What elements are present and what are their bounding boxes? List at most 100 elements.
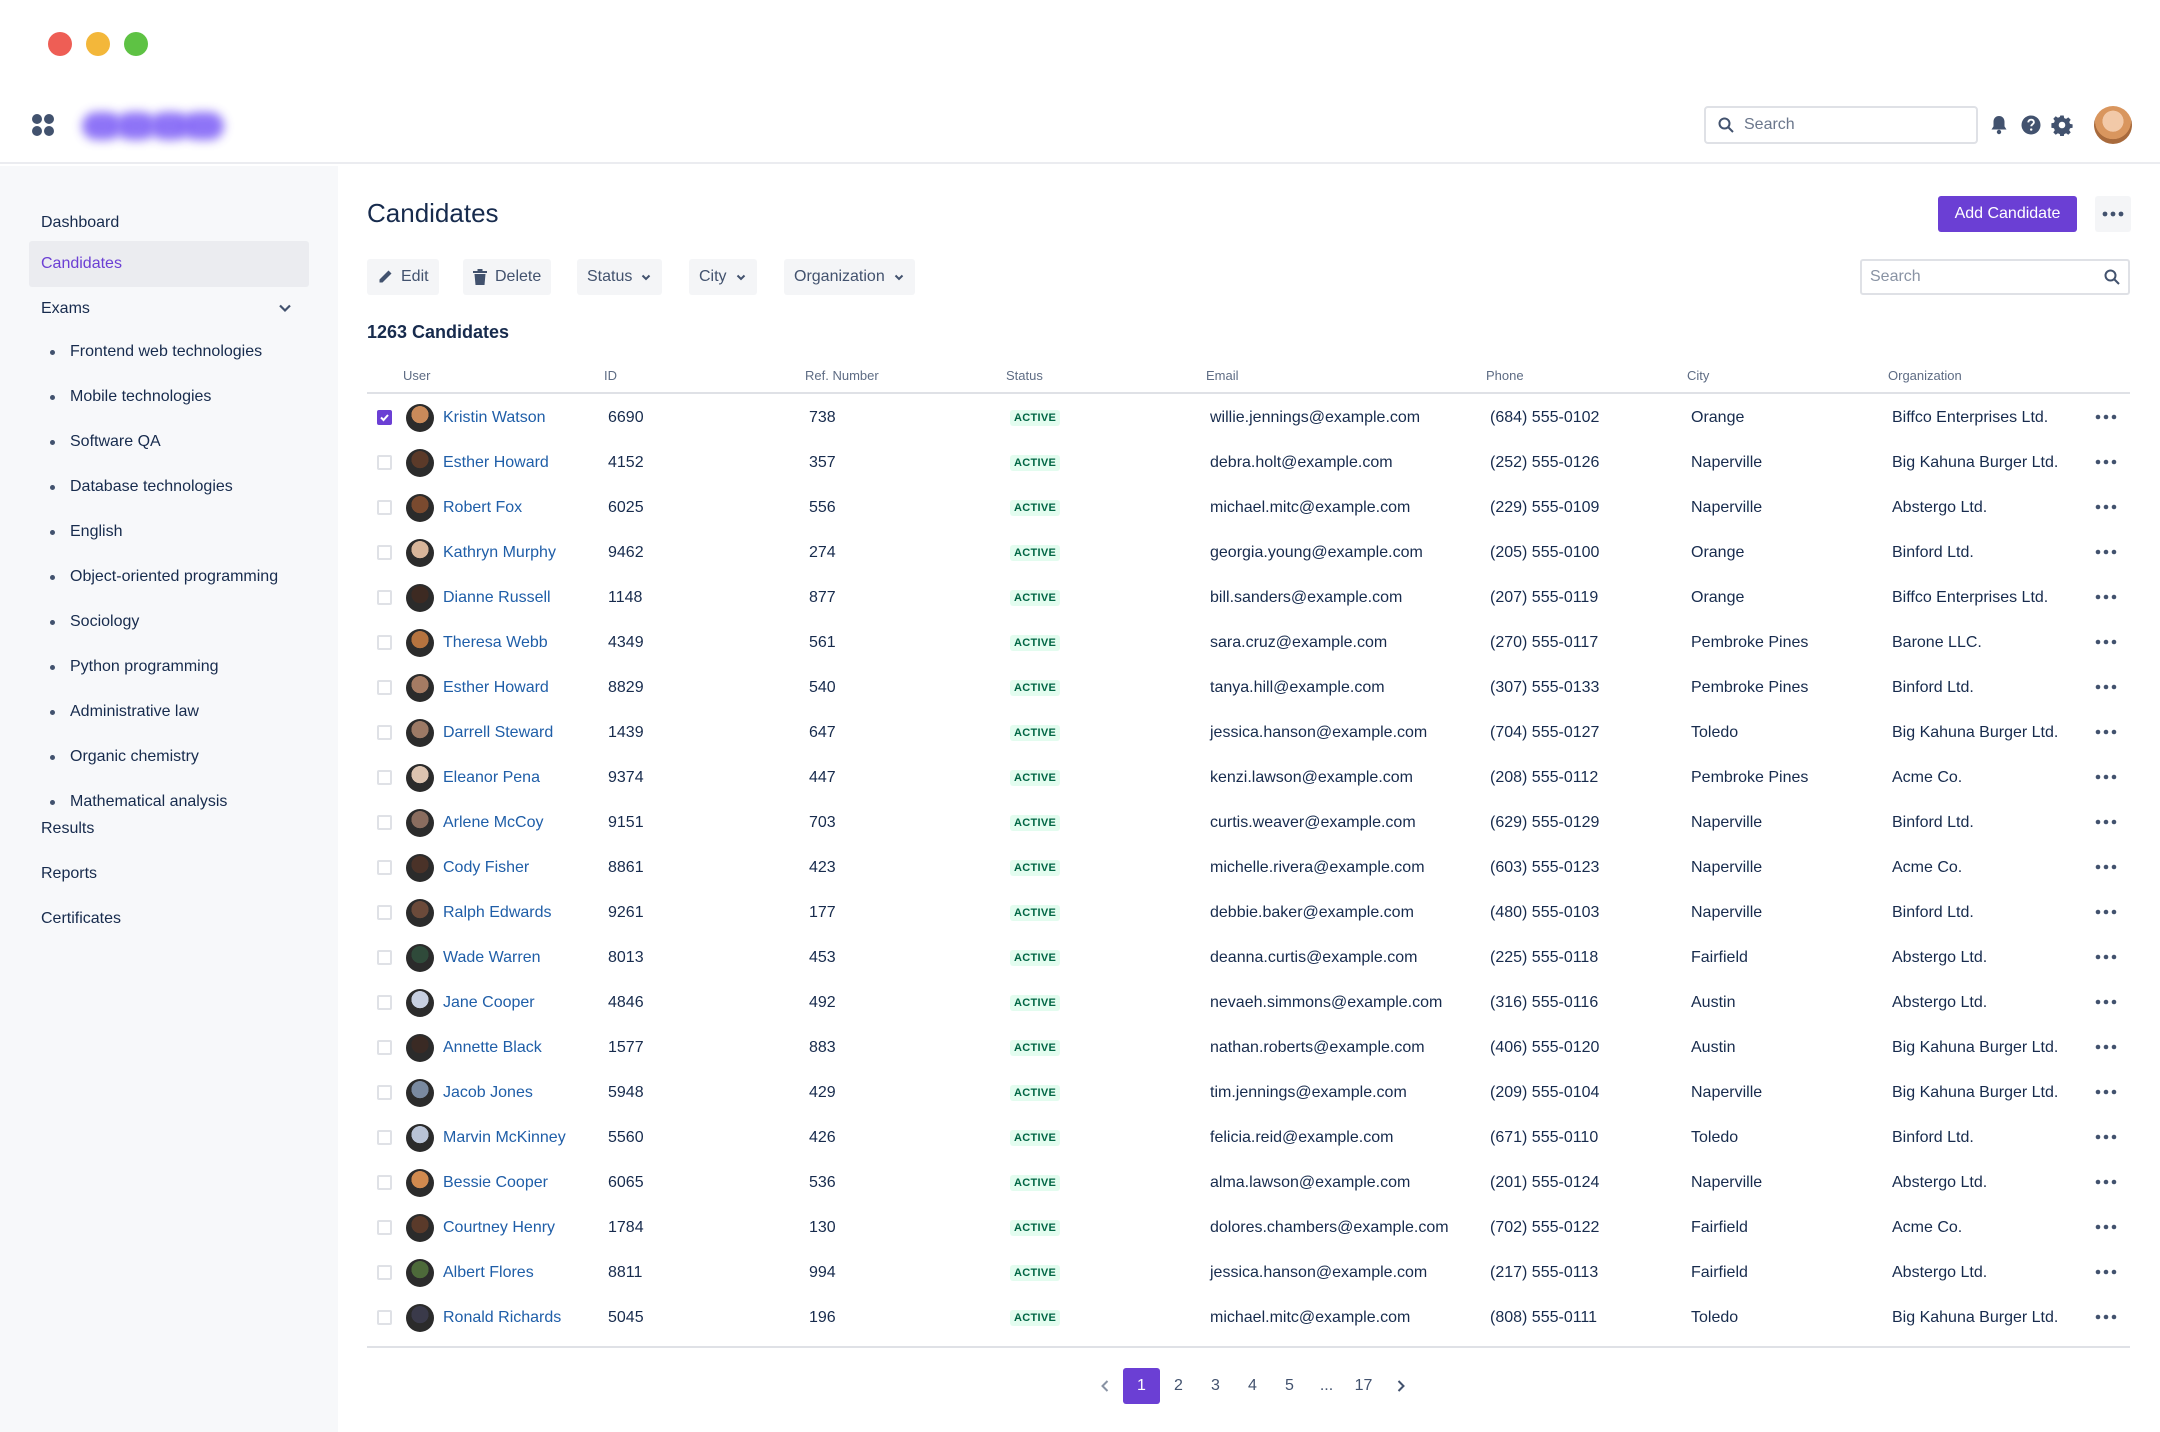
table-row[interactable]: Cody Fisher 8861 423 ACTIVE michelle.rivera@…: [367, 845, 2130, 890]
candidate-name-link[interactable]: Annette Black: [443, 1025, 542, 1070]
row-actions-button[interactable]: [2095, 724, 2119, 740]
candidate-name-link[interactable]: Kristin Watson: [443, 395, 546, 440]
candidate-name-link[interactable]: Marvin McKinney: [443, 1115, 566, 1160]
table-search-input[interactable]: Search: [1860, 259, 2130, 295]
table-row[interactable]: Annette Black 1577 883 ACTIVE nathan.roberts…: [367, 1025, 2130, 1070]
row-actions-button[interactable]: [2095, 1309, 2119, 1325]
candidate-name-link[interactable]: Jacob Jones: [443, 1070, 533, 1115]
global-search-input[interactable]: Search: [1704, 106, 1978, 144]
candidate-name-link[interactable]: Arlene McCoy: [443, 800, 543, 845]
table-row[interactable]: Ralph Edwards 9261 177 ACTIVE debbie.baker@e…: [367, 890, 2130, 935]
table-row[interactable]: Robert Fox 6025 556 ACTIVE michael.mitc@exam…: [367, 485, 2130, 530]
row-checkbox[interactable]: [377, 635, 392, 650]
city-filter-dropdown[interactable]: City: [689, 259, 757, 295]
sidebar-item-results[interactable]: Results: [29, 806, 309, 852]
chevron-down-icon[interactable]: [277, 300, 293, 316]
row-actions-button[interactable]: [2095, 769, 2119, 785]
column-header-ref-number[interactable]: Ref. Number: [805, 368, 879, 383]
candidate-name-link[interactable]: Dianne Russell: [443, 575, 551, 620]
table-row[interactable]: Kristin Watson 6690 738 ACTIVE willie.jennin…: [367, 395, 2130, 440]
sidebar-item-dashboard[interactable]: Dashboard: [29, 200, 309, 246]
candidate-name-link[interactable]: Esther Howard: [443, 665, 549, 710]
delete-button[interactable]: Delete: [463, 259, 552, 295]
sidebar-subitem-exam[interactable]: Database technologies: [50, 467, 233, 507]
candidate-name-link[interactable]: Theresa Webb: [443, 620, 548, 665]
row-checkbox[interactable]: [377, 725, 392, 740]
row-checkbox[interactable]: [377, 410, 392, 425]
sidebar-subitem-exam[interactable]: Sociology: [50, 602, 139, 642]
column-header-status[interactable]: Status: [1006, 368, 1043, 383]
table-row[interactable]: Jacob Jones 5948 429 ACTIVE tim.jennings@exa…: [367, 1070, 2130, 1115]
status-filter-dropdown[interactable]: Status: [577, 259, 663, 295]
candidate-name-link[interactable]: Wade Warren: [443, 935, 541, 980]
add-candidate-button[interactable]: Add Candidate: [1938, 196, 2077, 232]
gear-icon[interactable]: [2051, 114, 2073, 136]
table-row[interactable]: Eleanor Pena 9374 447 ACTIVE kenzi.lawson@ex…: [367, 755, 2130, 800]
page-button[interactable]: 5: [1271, 1368, 1308, 1404]
row-checkbox[interactable]: [377, 1040, 392, 1055]
table-row[interactable]: Jane Cooper 4846 492 ACTIVE nevaeh.simmons@e…: [367, 980, 2130, 1025]
next-page-button[interactable]: [1382, 1368, 1419, 1404]
candidate-name-link[interactable]: Albert Flores: [443, 1250, 534, 1295]
row-checkbox[interactable]: [377, 1310, 392, 1325]
brand-logo[interactable]: [82, 104, 227, 148]
column-header-organization[interactable]: Organization: [1888, 368, 1962, 383]
column-header-city[interactable]: City: [1687, 368, 1709, 383]
candidate-name-link[interactable]: Bessie Cooper: [443, 1160, 548, 1205]
sidebar-item-certificates[interactable]: Certificates: [29, 896, 309, 942]
sidebar-subitem-exam[interactable]: Python programming: [50, 647, 219, 687]
row-actions-button[interactable]: [2095, 859, 2119, 875]
row-checkbox[interactable]: [377, 770, 392, 785]
candidate-name-link[interactable]: Eleanor Pena: [443, 755, 540, 800]
table-row[interactable]: Dianne Russell 1148 877 ACTIVE bill.sanders@…: [367, 575, 2130, 620]
minimize-window-button[interactable]: [86, 32, 110, 56]
row-actions-button[interactable]: [2095, 409, 2119, 425]
row-actions-button[interactable]: [2095, 1039, 2119, 1055]
table-row[interactable]: Arlene McCoy 9151 703 ACTIVE curtis.weaver@e…: [367, 800, 2130, 845]
sidebar-subitem-exam[interactable]: Frontend web technologies: [50, 332, 262, 372]
candidate-name-link[interactable]: Ralph Edwards: [443, 890, 552, 935]
table-row[interactable]: Ronald Richards 5045 196 ACTIVE michael.mitc…: [367, 1295, 2130, 1340]
table-row[interactable]: Wade Warren 8013 453 ACTIVE deanna.curtis@ex…: [367, 935, 2130, 980]
close-window-button[interactable]: [48, 32, 72, 56]
row-actions-button[interactable]: [2095, 1174, 2119, 1190]
page-button[interactable]: 4: [1234, 1368, 1271, 1404]
row-checkbox[interactable]: [377, 815, 392, 830]
bell-icon[interactable]: [1988, 114, 2010, 136]
page-button[interactable]: 1: [1123, 1368, 1160, 1404]
sidebar-subitem-exam[interactable]: Software QA: [50, 422, 161, 462]
sidebar-item-candidates[interactable]: Candidates: [29, 241, 309, 287]
row-actions-button[interactable]: [2095, 1084, 2119, 1100]
table-row[interactable]: Bessie Cooper 6065 536 ACTIVE alma.lawson@ex…: [367, 1160, 2130, 1205]
sidebar-subitem-exam[interactable]: English: [50, 512, 122, 552]
candidate-name-link[interactable]: Darrell Steward: [443, 710, 553, 755]
row-actions-button[interactable]: [2095, 994, 2119, 1010]
user-avatar[interactable]: [2094, 106, 2132, 144]
sidebar-subitem-exam[interactable]: Organic chemistry: [50, 737, 199, 777]
help-icon[interactable]: [2020, 114, 2042, 136]
maximize-window-button[interactable]: [124, 32, 148, 56]
row-checkbox[interactable]: [377, 1265, 392, 1280]
organization-filter-dropdown[interactable]: Organization: [784, 259, 915, 295]
table-row[interactable]: Kathryn Murphy 9462 274 ACTIVE georgia.young…: [367, 530, 2130, 575]
column-header-email[interactable]: Email: [1206, 368, 1239, 383]
row-checkbox[interactable]: [377, 545, 392, 560]
candidate-name-link[interactable]: Robert Fox: [443, 485, 522, 530]
table-row[interactable]: Marvin McKinney 5560 426 ACTIVE felicia.reid…: [367, 1115, 2130, 1160]
page-button[interactable]: 17: [1345, 1368, 1382, 1404]
page-button[interactable]: 2: [1160, 1368, 1197, 1404]
row-checkbox[interactable]: [377, 590, 392, 605]
row-checkbox[interactable]: [377, 950, 392, 965]
app-switcher-icon[interactable]: [32, 114, 54, 136]
table-row[interactable]: Darrell Steward 1439 647 ACTIVE jessica.hans…: [367, 710, 2130, 755]
sidebar-item-reports[interactable]: Reports: [29, 851, 309, 897]
row-checkbox[interactable]: [377, 680, 392, 695]
sidebar-subitem-exam[interactable]: Object-oriented programming: [50, 557, 278, 597]
row-checkbox[interactable]: [377, 905, 392, 920]
row-actions-button[interactable]: [2095, 1264, 2119, 1280]
row-checkbox[interactable]: [377, 1220, 392, 1235]
column-header-phone[interactable]: Phone: [1486, 368, 1524, 383]
sidebar-subitem-exam[interactable]: Mobile technologies: [50, 377, 211, 417]
row-actions-button[interactable]: [2095, 679, 2119, 695]
row-actions-button[interactable]: [2095, 904, 2119, 920]
